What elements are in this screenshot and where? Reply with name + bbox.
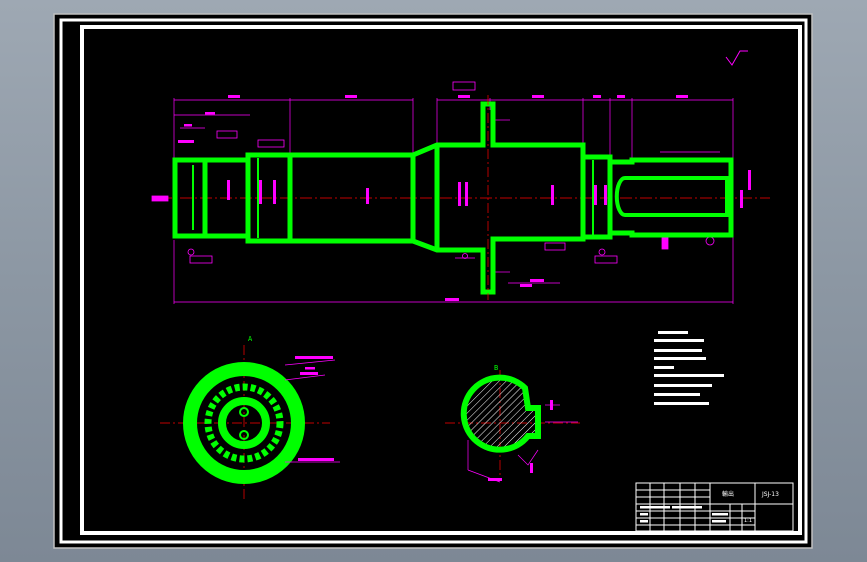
- section-b-label: B: [494, 364, 498, 372]
- title-part-name: 輸出: [722, 490, 734, 498]
- cad-drawing-sheet: A B 輸出 JSJ-13 1:1: [53, 13, 813, 549]
- title-drawing-number: JSJ-13: [761, 491, 779, 498]
- title-scale: 1:1: [744, 518, 752, 524]
- drawing-background: [53, 13, 813, 549]
